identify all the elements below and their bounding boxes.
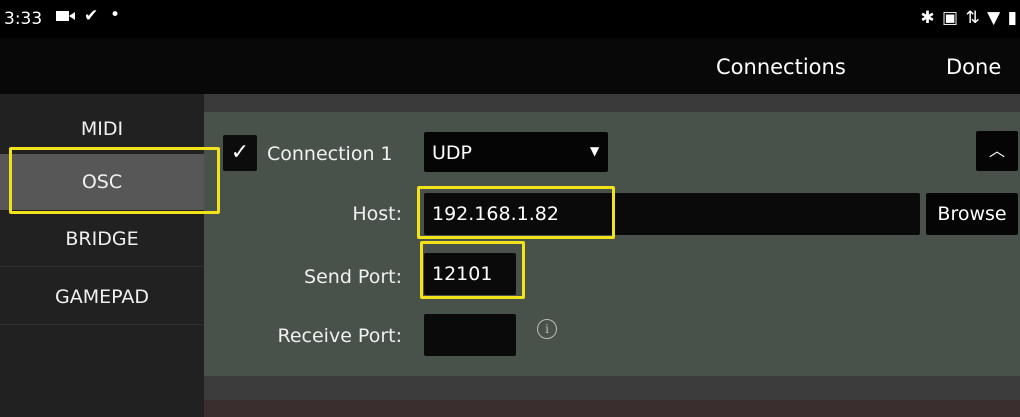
divider: [0, 266, 204, 267]
protocol-select[interactable]: UDP ▼: [424, 132, 608, 172]
host-label: Host:: [352, 203, 402, 225]
sidebar-item-label: OSC: [81, 171, 123, 193]
title-bar: Connections Done: [0, 38, 1020, 94]
divider: [0, 324, 204, 325]
video-icon: [56, 8, 76, 28]
host-input[interactable]: 192.168.1.82: [424, 193, 920, 235]
panel-footer-strip: [204, 376, 1020, 400]
check-icon: ✔: [84, 6, 99, 26]
sidebar-item-label: BRIDGE: [65, 228, 139, 250]
sidebar: MIDI OSC BRIDGE GAMEPAD: [0, 94, 204, 417]
send-port-label: Send Port:: [304, 266, 402, 288]
sidebar-item-gamepad[interactable]: GAMEPAD: [0, 269, 204, 325]
sidebar-item-osc[interactable]: OSC: [0, 154, 204, 210]
data-arrows-icon: ⇅: [965, 8, 981, 28]
next-panel-strip: [204, 400, 1020, 417]
send-port-input[interactable]: 12101: [424, 253, 516, 295]
sidebar-item-label: MIDI: [80, 118, 124, 140]
receive-port-input[interactable]: [424, 314, 516, 356]
chevron-up-icon: ︿: [988, 141, 1005, 160]
info-icon[interactable]: i: [537, 319, 557, 339]
status-icons: ✱ ▣ ⇅ ▼ ▮: [920, 8, 1018, 28]
battery-icon: ▮: [1007, 8, 1018, 28]
panel-header-strip: [204, 94, 1020, 112]
status-time: 3:33: [4, 9, 43, 29]
connection-enabled-checkbox[interactable]: ✓: [223, 135, 257, 171]
connection-label: Connection 1: [267, 143, 393, 165]
sidebar-item-midi[interactable]: MIDI: [0, 101, 204, 157]
cast-icon: ▣: [942, 8, 960, 28]
dot-icon: •: [110, 5, 121, 25]
collapse-button[interactable]: ︿: [976, 131, 1018, 171]
host-value: 192.168.1.82: [432, 203, 559, 225]
receive-port-label: Receive Port:: [277, 325, 403, 347]
send-port-value: 12101: [432, 263, 493, 285]
sidebar-item-label: GAMEPAD: [55, 286, 149, 308]
page-title: Connections: [716, 55, 846, 79]
dropdown-arrow-icon: ▼: [590, 144, 600, 158]
sidebar-item-bridge[interactable]: BRIDGE: [0, 211, 204, 267]
browse-button[interactable]: Browse: [926, 193, 1018, 235]
status-bar: 3:33 ✔ • ✱ ▣ ⇅ ▼ ▮: [0, 0, 1020, 38]
bluetooth-icon: ✱: [920, 8, 936, 28]
protocol-value: UDP: [432, 142, 472, 164]
wifi-icon: ▼: [987, 8, 1002, 28]
done-button[interactable]: Done: [946, 55, 1001, 79]
